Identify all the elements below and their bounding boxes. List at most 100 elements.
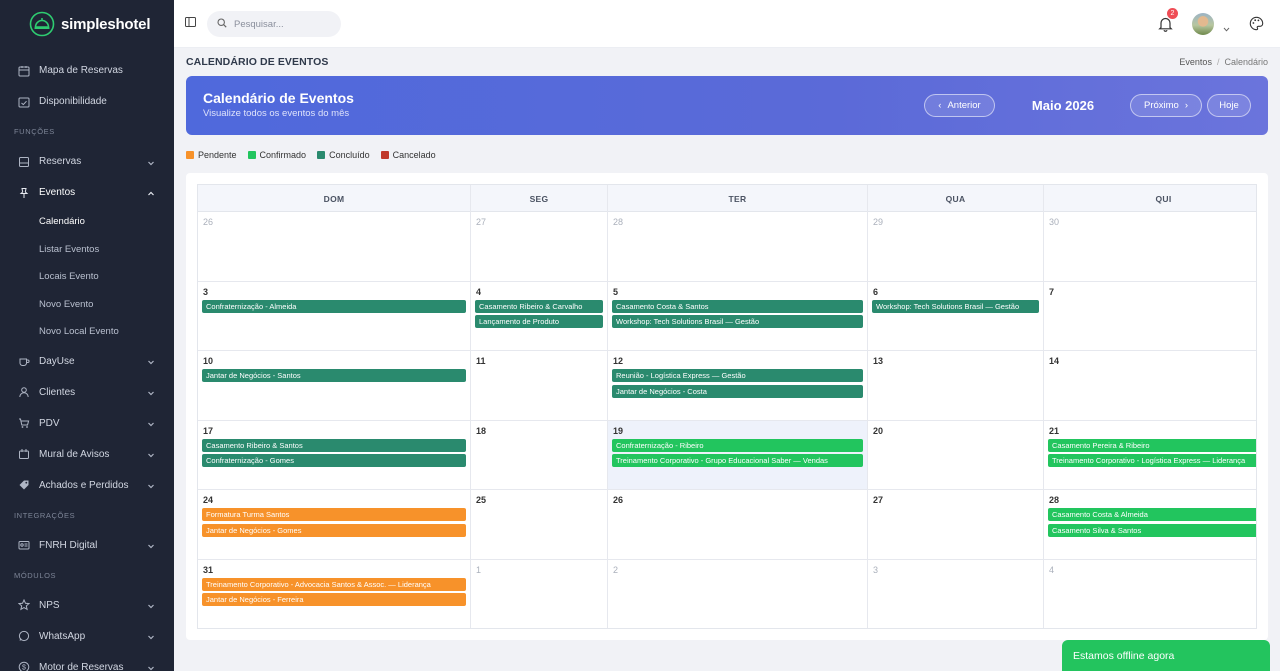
calendar-day-cell[interactable]: 26	[608, 490, 868, 560]
breadcrumb: Eventos / Calendário	[1179, 57, 1268, 67]
calendar-card: DOM SEG TER QUA QUI 26 27 28 29 30 3 Confraterniza…	[186, 173, 1268, 640]
calendar-day-cell[interactable]: 11	[471, 351, 608, 421]
calendar-event[interactable]: Casamento Silva & Santos	[1048, 523, 1256, 537]
calendar-day-cell[interactable]: 18	[471, 420, 608, 490]
calendar-day-cell[interactable]: 10 Jantar de Negócios - Santos	[198, 351, 471, 421]
sidebar-item-motor-de-reservas[interactable]: $ Motor de Reservas	[0, 652, 174, 671]
calendar-event[interactable]: Casamento Pereira & Ribeiro	[1048, 438, 1256, 452]
calendar-event[interactable]: Casamento Ribeiro & Carvalho	[475, 299, 603, 313]
chat-offline-widget[interactable]: Estamos offline agora	[1062, 640, 1270, 671]
calendar-day-cell[interactable]: 27	[868, 490, 1044, 560]
sidebar-toggle-icon[interactable]	[185, 16, 196, 27]
sidebar-subitem-novo-evento[interactable]: Novo Evento	[0, 291, 174, 319]
calendar-day-cell[interactable]: 7	[1044, 281, 1256, 351]
sidebar-item-nps[interactable]: NPS	[0, 590, 174, 621]
chevron-left-icon: ‹	[938, 100, 942, 111]
calendar-day-cell[interactable]: 19 Confraternização - Ribeiro Treinamento …	[608, 420, 868, 490]
sidebar-item-eventos[interactable]: Eventos	[0, 177, 174, 208]
sidebar-subitem-locais-evento[interactable]: Locais Evento	[0, 263, 174, 291]
next-month-button[interactable]: Próximo ›	[1130, 94, 1202, 117]
chevron-up-icon	[146, 188, 156, 198]
sidebar-item-mapa-de-reservas[interactable]: Mapa de Reservas	[0, 55, 174, 86]
palette-icon[interactable]	[1249, 16, 1264, 31]
sidebar-subitem-calendario[interactable]: Calendário	[0, 208, 174, 236]
calendar-day-cell[interactable]: 27	[471, 212, 608, 282]
sidebar-item-mural-de-avisos[interactable]: Mural de Avisos	[0, 439, 174, 470]
calendar-event[interactable]: Jantar de Negócios - Santos	[202, 369, 466, 382]
calendar-event[interactable]: Workshop: Tech Solutions Brasil — Gestão	[612, 315, 863, 328]
calendar-day-cell[interactable]: 12 Reunião - Logística Express — Gestão Ja…	[608, 351, 868, 421]
sidebar-item-dayuse[interactable]: DayUse	[0, 346, 174, 377]
calendar-day-cell[interactable]: 4	[1044, 559, 1256, 628]
weekday-header: QUA	[868, 185, 1044, 212]
calendar-event[interactable]: Jantar de Negócios - Gomes	[202, 523, 466, 537]
calendar-event[interactable]: Workshop: Tech Solutions Brasil — Gestão	[872, 299, 1039, 313]
day-number: 30	[1049, 217, 1060, 227]
today-button[interactable]: Hoje	[1207, 94, 1251, 117]
sidebar-subitem-listar-eventos[interactable]: Listar Eventos	[0, 236, 174, 264]
calendar-event[interactable]: Reunião - Logística Express — Gestão	[612, 369, 863, 382]
calendar-event[interactable]: Treinamento Corporativo - Grupo Educacio…	[612, 454, 863, 467]
search-icon	[217, 17, 227, 31]
calendar-event[interactable]: Treinamento Corporativo - Logística Expr…	[1048, 454, 1256, 467]
legend-item-cancelado: Cancelado	[380, 150, 436, 160]
calendar-event[interactable]: Formatura Turma Santos	[202, 508, 466, 521]
sidebar-item-reservas[interactable]: Reservas	[0, 146, 174, 177]
day-number: 11	[476, 356, 486, 366]
calendar-day-cell[interactable]: 3	[868, 559, 1044, 628]
calendar-day-cell[interactable]: 1	[471, 559, 608, 628]
calendar-event[interactable]: Treinamento Corporativo - Advocacia Sant…	[202, 577, 466, 591]
search-box[interactable]	[207, 11, 341, 37]
sidebar: simpleshotel Mapa de Reservas Disponibil…	[0, 0, 174, 671]
previous-month-button[interactable]: ‹ Anterior	[924, 94, 995, 117]
calendar-day-cell[interactable]: 4 Casamento Ribeiro & Carvalho Lançamento …	[471, 281, 608, 351]
calendar-day-cell[interactable]: 29	[868, 212, 1044, 282]
avatar[interactable]	[1192, 13, 1214, 35]
day-number: 5	[613, 286, 619, 297]
calendar-day-cell[interactable]: 21 Casamento Pereira & Ribeiro Treinamento…	[1044, 420, 1256, 490]
calendar-day-cell[interactable]: 14	[1044, 351, 1256, 421]
calendar-day-cell[interactable]: 28	[608, 212, 868, 282]
sidebar-item-achados-e-perdidos[interactable]: Achados e Perdidos	[0, 470, 174, 501]
calendar-event[interactable]: Confraternização - Gomes	[202, 454, 466, 467]
sidebar-subitem-novo-local-evento[interactable]: Novo Local Evento	[0, 318, 174, 346]
calendar-day-cell[interactable]: 17 Casamento Ribeiro & Santos Confraterniz…	[198, 420, 471, 490]
day-number: 26	[203, 217, 214, 227]
calendar-event[interactable]: Casamento Costa & Almeida	[1048, 508, 1256, 521]
sidebar-item-fnrh-digital[interactable]: FNRH Digital	[0, 530, 174, 561]
chevron-down-icon	[146, 600, 156, 610]
calendar-event[interactable]: Lançamento de Produto	[475, 315, 603, 328]
search-input[interactable]	[234, 18, 330, 30]
calendar-day-cell[interactable]: 24 Formatura Turma Santos Jantar de Negóci…	[198, 490, 471, 560]
sidebar-item-whatsapp[interactable]: WhatsApp	[0, 621, 174, 652]
sidebar-item-pdv[interactable]: PDV	[0, 408, 174, 439]
chevron-down-icon[interactable]	[1223, 21, 1230, 32]
calendar-day-cell[interactable]: 5 Casamento Costa & Santos Workshop: Tech …	[608, 281, 868, 351]
calendar-day-cell[interactable]: 31 Treinamento Corporativo - Advocacia Sa…	[198, 559, 471, 628]
calendar-day-cell[interactable]: 20	[868, 420, 1044, 490]
brand[interactable]: simpleshotel	[0, 0, 174, 48]
legend-label: Concluído	[329, 150, 370, 160]
calendar-day-cell[interactable]: 3 Confraternização - Almeida	[198, 281, 471, 351]
calendar-event[interactable]: Confraternização - Almeida	[202, 299, 466, 313]
calendar-day-cell[interactable]: 13	[868, 351, 1044, 421]
calendar-event[interactable]: Confraternização - Ribeiro	[612, 438, 863, 452]
next-label: Próximo	[1143, 100, 1179, 111]
sidebar-item-disponibilidade[interactable]: Disponibilidade	[0, 86, 174, 117]
calendar-day-cell[interactable]: 26	[198, 212, 471, 282]
calendar-day-cell[interactable]: 30	[1044, 212, 1256, 282]
calendar-event[interactable]: Casamento Ribeiro & Santos	[202, 438, 466, 452]
day-number: 24	[203, 495, 214, 505]
reservations-icon	[17, 155, 31, 169]
breadcrumb-link-eventos[interactable]: Eventos	[1179, 57, 1212, 67]
sidebar-item-clientes[interactable]: Clientes	[0, 377, 174, 408]
calendar-event[interactable]: Jantar de Negócios - Ferreira	[202, 593, 466, 606]
calendar-day-cell[interactable]: 2	[608, 559, 868, 628]
chevron-down-icon	[146, 387, 156, 397]
calendar-event[interactable]: Casamento Costa & Santos	[612, 299, 863, 313]
calendar-day-cell[interactable]: 28 Casamento Costa & Almeida Casamento Sil…	[1044, 490, 1256, 560]
calendar-day-cell[interactable]: 6 Workshop: Tech Solutions Brasil — Gestã…	[868, 281, 1044, 351]
sidebar-item-label: NPS	[39, 599, 60, 611]
calendar-day-cell[interactable]: 25	[471, 490, 608, 560]
calendar-event[interactable]: Jantar de Negócios - Costa	[612, 384, 863, 398]
